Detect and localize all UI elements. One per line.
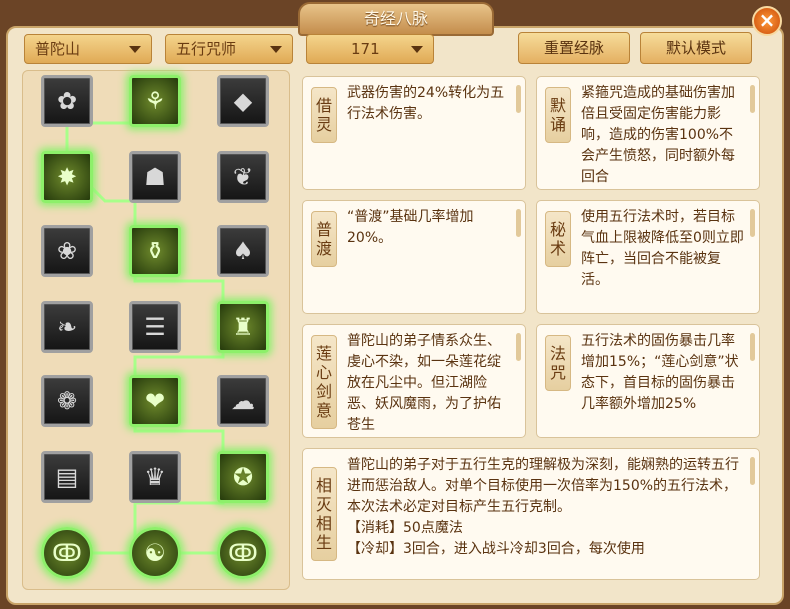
burst-icon: ✸ xyxy=(56,163,78,191)
skill-name: 相 灭 相 生 xyxy=(311,467,337,561)
skill-name: 借 灵 xyxy=(311,87,337,143)
sect-dropdown[interactable]: 普陀山 xyxy=(24,34,152,64)
meridian-node[interactable]: ❦ xyxy=(217,151,269,203)
scrollbar[interactable] xyxy=(516,333,521,361)
meridian-node[interactable]: ✿ xyxy=(41,75,93,127)
meridian-node[interactable]: ☗ xyxy=(129,151,181,203)
meridian-node[interactable]: ⚱ xyxy=(129,225,181,277)
book-icon: ▤ xyxy=(55,463,79,491)
level-dropdown[interactable]: 171 xyxy=(306,34,434,64)
scrollbar[interactable] xyxy=(750,333,755,361)
meridian-node[interactable]: ❤ xyxy=(129,375,181,427)
skill-name: 秘 术 xyxy=(545,211,571,267)
vines-icon: ⚘ xyxy=(144,87,166,115)
flower-hand-icon: ❀ xyxy=(56,237,78,265)
bell-icon: ☗ xyxy=(144,163,166,191)
skill-description: 武器伤害的24%转化为五行法术伤害。 xyxy=(347,85,505,122)
scrollbar[interactable] xyxy=(516,85,521,113)
scrollbar[interactable] xyxy=(750,209,755,237)
spiral-icon: ↂ xyxy=(228,539,258,567)
level-dropdown-value: 171 xyxy=(351,40,380,58)
chevron-down-icon xyxy=(129,46,141,53)
lotus-icon: ✿ xyxy=(56,87,78,115)
window-title: 奇经八脉 xyxy=(298,2,494,36)
skill-name: 莲 心 剑 意 xyxy=(311,335,337,429)
meridian-node[interactable]: ◆ xyxy=(217,75,269,127)
spiral-icon: ↂ xyxy=(52,539,82,567)
skill-description: 紧箍咒造成的基础伤害加倍且受固定伤害能力影响，造成的伤害100%不会产生愤怒，同… xyxy=(581,85,735,185)
meridian-node[interactable]: ↂ xyxy=(41,527,93,579)
skill-description: 普陀山的弟子对于五行生克的理解极为深刻，能娴熟的运转五行进而惩治敌人。对单个目标… xyxy=(347,457,739,557)
meridian-node[interactable]: ☰ xyxy=(129,301,181,353)
default-mode-button[interactable]: 默认模式 xyxy=(640,32,752,64)
pentagram-icon: ✪ xyxy=(232,463,254,491)
skill-description: 普陀山的弟子情系众生、虔心不染，如一朵莲花绽放在凡尘中。但江湖险恶、妖风魔雨，为… xyxy=(347,333,501,433)
meridian-node[interactable]: ❧ xyxy=(41,301,93,353)
scrollbar[interactable] xyxy=(516,209,521,237)
close-button[interactable]: × xyxy=(752,6,782,36)
skill-description: “普渡”基础几率增加20%。 xyxy=(347,209,474,246)
wave-icon: ☁ xyxy=(231,387,255,415)
meridian-node[interactable]: ❁ xyxy=(41,375,93,427)
skill-card[interactable]: 普 渡 “普渡”基础几率增加20%。 xyxy=(302,200,526,314)
skill-card[interactable]: 借 灵武器伤害的24%转化为五行法术伤害。 xyxy=(302,76,526,190)
meridian-node[interactable]: ▤ xyxy=(41,451,93,503)
meridian-node[interactable]: ☯ xyxy=(129,527,181,579)
school-dropdown[interactable]: 五行咒师 xyxy=(165,34,293,64)
skill-name: 默 诵 xyxy=(545,87,571,143)
skill-name: 普 渡 xyxy=(311,211,337,267)
skill-description: 五行法术的固伤暴击几率增加15%；“莲心剑意”状态下，首目标的固伤暴击几率额外增… xyxy=(581,333,739,412)
skill-card[interactable]: 相 灭 相 生普陀山的弟子对于五行生克的理解极为深刻，能娴熟的运转五行进而惩治敌… xyxy=(302,448,760,580)
chevron-down-icon xyxy=(270,46,282,53)
meridian-node[interactable]: ✪ xyxy=(217,451,269,503)
pagoda-icon: ♜ xyxy=(232,313,254,341)
meridian-node[interactable]: ❀ xyxy=(41,225,93,277)
sprout-icon: ❁ xyxy=(56,387,78,415)
sect-dropdown-value: 普陀山 xyxy=(35,40,81,58)
reset-meridian-button[interactable]: 重置经脉 xyxy=(518,32,630,64)
skill-name: 法 咒 xyxy=(545,335,571,391)
skill-card[interactable]: 默 诵紧箍咒造成的基础伤害加倍且受固定伤害能力影响，造成的伤害100%不会产生愤… xyxy=(536,76,760,190)
meridian-node[interactable]: ✸ xyxy=(41,151,93,203)
vase-icon: ⚱ xyxy=(144,237,166,265)
skill-card[interactable]: 秘 术使用五行法术时，若目标气血上限被降低至0则立即阵亡，当回合不能被复活。 xyxy=(536,200,760,314)
chevron-down-icon xyxy=(411,46,423,53)
meridian-node[interactable]: ♠ xyxy=(217,225,269,277)
skill-card[interactable]: 莲 心 剑 意普陀山的弟子情系众生、虔心不染，如一朵莲花绽放在凡尘中。但江湖险恶… xyxy=(302,324,526,438)
meridian-node[interactable]: ♛ xyxy=(129,451,181,503)
scrollbar[interactable] xyxy=(750,457,755,485)
crystal-icon: ◆ xyxy=(233,87,253,115)
window-frame: 奇经八脉 × 普陀山 五行咒师 171 重置经脉 默认模式 ✿ ⚘ ◆ ✸ ☗ ❦ ❀ ⚱ ♠ ❧… xyxy=(0,0,790,609)
crown-icon: ♛ xyxy=(144,463,166,491)
mallet-icon: ♠ xyxy=(232,237,254,265)
school-dropdown-value: 五行咒师 xyxy=(176,40,237,58)
scrollbar[interactable] xyxy=(750,85,755,113)
flame-lotus-icon: ❦ xyxy=(232,163,254,191)
yinyang-icon: ☯ xyxy=(144,539,166,567)
skill-card[interactable]: 法 咒五行法术的固伤暴击几率增加15%；“莲心剑意”状态下，首目标的固伤暴击几率… xyxy=(536,324,760,438)
meridian-node[interactable]: ↂ xyxy=(217,527,269,579)
heart-fish-icon: ❤ xyxy=(144,387,166,415)
meridian-node[interactable]: ⚘ xyxy=(129,75,181,127)
bamboo-icon: ☰ xyxy=(144,313,166,341)
skill-description: 使用五行法术时，若目标气血上限被降低至0则立即阵亡，当回合不能被复活。 xyxy=(581,209,744,288)
meridian-node[interactable]: ♜ xyxy=(217,301,269,353)
bird-icon: ❧ xyxy=(56,313,78,341)
meridian-node[interactable]: ☁ xyxy=(217,375,269,427)
meridian-tree: ✿ ⚘ ◆ ✸ ☗ ❦ ❀ ⚱ ♠ ❧ ☰ ♜ ❁ ❤ ☁ ▤ ♛ ✪ ↂ ☯ ↂ xyxy=(22,70,290,590)
